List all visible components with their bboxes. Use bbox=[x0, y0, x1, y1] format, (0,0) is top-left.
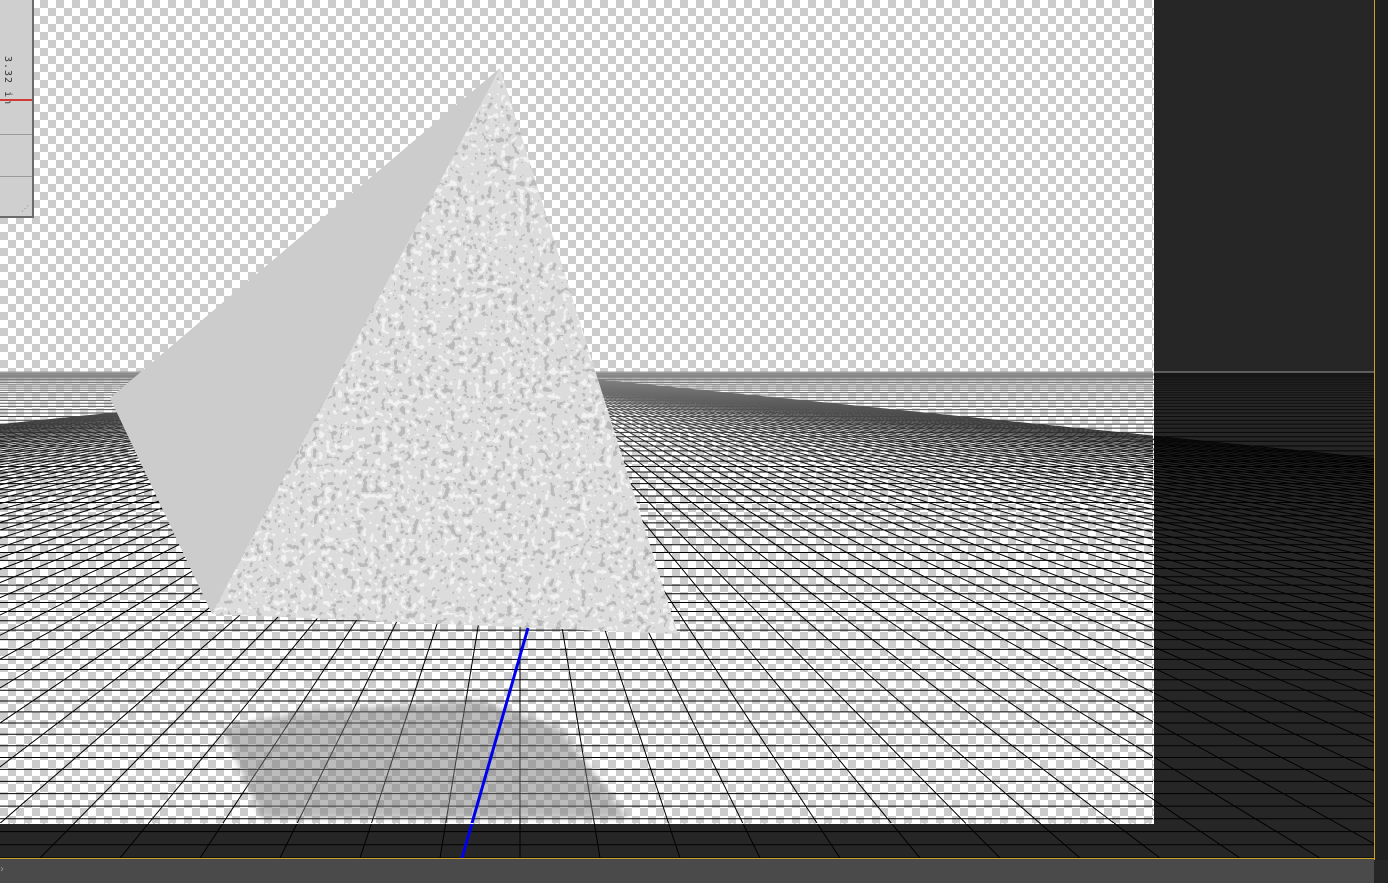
3d-viewport[interactable] bbox=[0, 0, 1388, 860]
panel-edge bbox=[1374, 0, 1388, 860]
status-bar bbox=[0, 858, 1374, 883]
dimensions-panel[interactable]: 3.32 in ⋰ bbox=[0, 0, 34, 218]
horizon-haze-dark bbox=[1154, 372, 1374, 462]
resize-grip-icon[interactable]: ⋰ bbox=[21, 204, 29, 213]
size-indicator bbox=[0, 99, 32, 101]
panel-divider bbox=[0, 176, 32, 177]
chevron-right-icon[interactable]: › bbox=[0, 862, 10, 878]
pyramid-shadow bbox=[222, 700, 628, 818]
dimension-readout: 3.32 in bbox=[2, 56, 13, 106]
panel-divider bbox=[0, 134, 32, 135]
workspace: 3.32 in ⋰ › bbox=[0, 0, 1388, 883]
